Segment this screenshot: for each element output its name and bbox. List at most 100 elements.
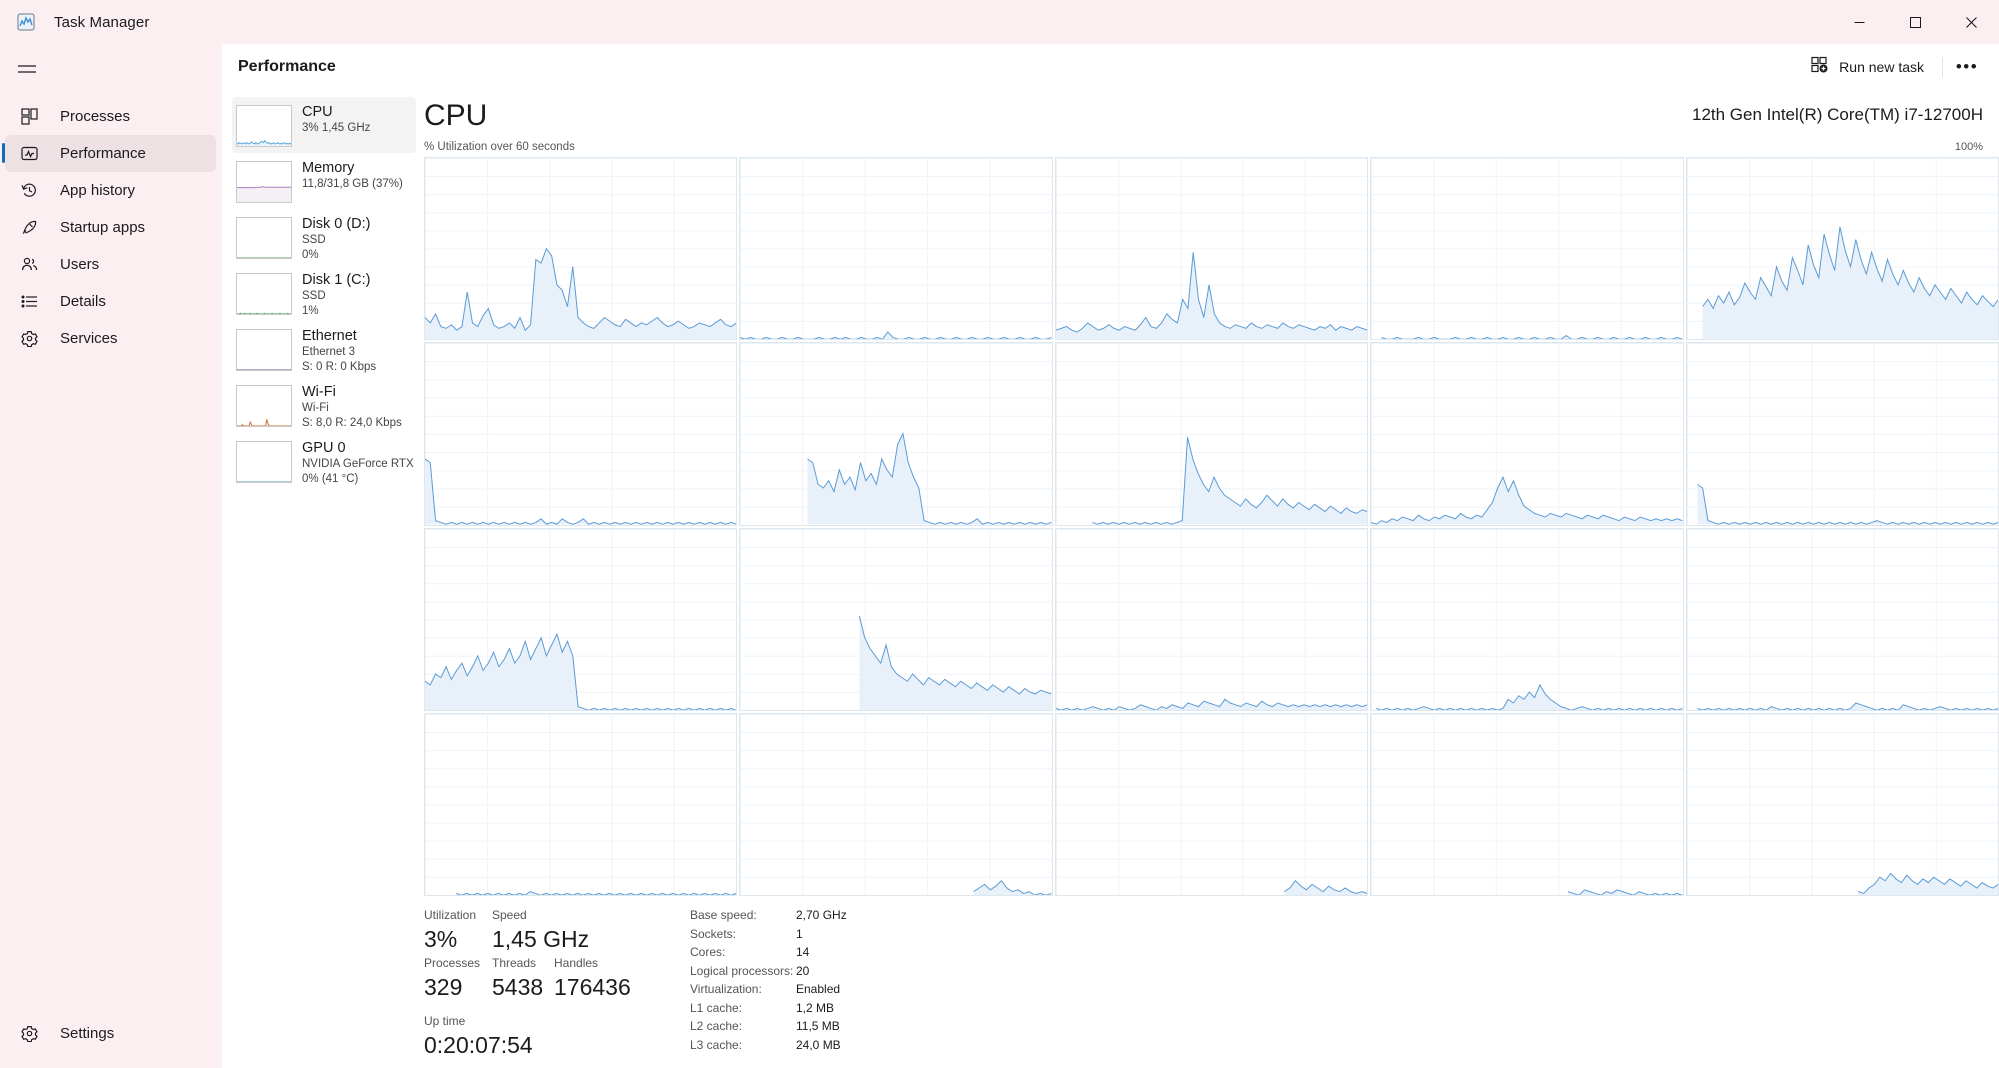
resource-item-cpu[interactable]: CPU 3% 1,45 GHz	[232, 97, 416, 153]
maximize-button[interactable]	[1887, 0, 1943, 44]
stat-value: 176436	[554, 974, 631, 1000]
resource-detail-1: Ethernet 3	[302, 346, 356, 358]
resource-name: Disk 0 (D:)	[302, 216, 371, 232]
close-button[interactable]	[1943, 0, 1999, 44]
resource-text: GPU 0 NVIDIA GeForce RTX … 0% (41 °C)	[302, 439, 416, 487]
spec-value: Enabled	[796, 982, 841, 996]
resource-name: Disk 1 (C:)	[302, 272, 371, 288]
spec-row: L3 cache: 24,0 MB	[690, 1036, 1999, 1055]
sidebar-item-settings[interactable]: Settings	[5, 1015, 216, 1052]
sidebar-nav: Processes Performance App history Startu…	[0, 98, 222, 357]
cpu-specs-list: Base speed: 2,70 GHz Sockets: 1 Cores: 14 Logi…	[680, 906, 1999, 1068]
resource-thumbnail	[236, 217, 292, 259]
logical-processor-chart[interactable]	[1685, 527, 1999, 711]
resource-item-wifi[interactable]: Wi-Fi Wi-Fi S: 8,0 R: 24,0 Kbps	[232, 377, 416, 433]
logical-processor-chart[interactable]	[424, 157, 738, 341]
more-options-button[interactable]: •••	[1949, 51, 1985, 83]
resource-thumbnail	[236, 441, 292, 483]
sidebar-item-label: Processes	[60, 108, 131, 125]
page-title: Performance	[238, 57, 336, 75]
logical-processor-chart[interactable]	[1685, 342, 1999, 526]
hamburger-icon[interactable]	[0, 48, 222, 92]
resource-detail-1: NVIDIA GeForce RTX …	[302, 458, 416, 470]
list-icon	[19, 293, 39, 310]
resource-item-memory[interactable]: Memory 11,8/31,8 GB (37%)	[232, 153, 416, 209]
logical-processor-chart[interactable]	[1370, 712, 1684, 896]
run-new-task-button[interactable]: Run new task	[1799, 51, 1936, 83]
resource-item-disk-0[interactable]: Disk 0 (D:) SSD 0%	[232, 209, 416, 265]
header-divider	[1942, 56, 1943, 77]
stats-row-2: Processes 329 Threads 5438 Handles 17643…	[424, 954, 680, 1002]
resource-text: Wi-Fi Wi-Fi S: 8,0 R: 24,0 Kbps	[302, 383, 402, 431]
sidebar-item-details[interactable]: Details	[5, 283, 216, 320]
logical-processor-chart[interactable]	[1054, 157, 1369, 341]
sidebar-item-services[interactable]: Services	[5, 320, 216, 357]
stats-row-1: Utilization 3% Speed 1,45 GHz	[424, 906, 680, 954]
cpu-model-label: 12th Gen Intel(R) Core(TM) i7-12700H	[1691, 105, 1983, 124]
logical-processor-grid[interactable]	[424, 157, 1999, 896]
resource-thumbnail	[236, 385, 292, 427]
logical-processor-chart[interactable]	[739, 527, 1053, 711]
resource-text: CPU 3% 1,45 GHz	[302, 103, 370, 136]
window-controls	[1831, 0, 1999, 44]
logical-processor-chart[interactable]	[739, 342, 1053, 526]
logical-processor-chart[interactable]	[424, 527, 738, 711]
resource-item-disk-1[interactable]: Disk 1 (C:) SSD 1%	[232, 265, 416, 321]
stat-value: 3%	[424, 926, 458, 952]
gear-icon	[19, 330, 39, 347]
stat-speed: Speed 1,45 GHz	[492, 906, 614, 954]
logical-processor-chart[interactable]	[1054, 527, 1369, 711]
resource-thumbnail	[236, 273, 292, 315]
spec-row: Base speed: 2,70 GHz	[690, 906, 1999, 925]
logical-processor-chart[interactable]	[424, 712, 738, 896]
sidebar-item-app-history[interactable]: App history	[5, 172, 216, 209]
resource-detail-1: Wi-Fi	[302, 402, 329, 414]
sidebar-item-label: Services	[60, 330, 118, 347]
stat-handles: Handles 176436	[554, 954, 631, 1002]
logical-processor-chart[interactable]	[424, 342, 738, 526]
spec-value: 2,70 GHz	[796, 908, 847, 922]
resource-item-gpu-0[interactable]: GPU 0 NVIDIA GeForce RTX … 0% (41 °C)	[232, 433, 416, 489]
resource-detail-2: 0%	[302, 249, 319, 261]
logical-processor-chart[interactable]	[1685, 712, 1999, 896]
logical-processor-chart[interactable]	[1370, 157, 1684, 341]
logical-processor-chart[interactable]	[1370, 342, 1684, 526]
spec-key: L1 cache:	[690, 1000, 743, 1015]
resource-detail-1: SSD	[302, 234, 326, 246]
resource-detail-2: 0% (41 °C)	[302, 473, 359, 485]
graph-header: CPU 12th Gen Intel(R) Core(TM) i7-12700H	[416, 97, 1999, 135]
minimize-button[interactable]	[1831, 0, 1887, 44]
stat-label: Utilization	[424, 908, 477, 922]
logical-processor-chart[interactable]	[1685, 157, 1999, 341]
performance-icon	[19, 145, 39, 162]
content-area: CPU 3% 1,45 GHz Memory 11,8/31,8 GB (37%…	[222, 89, 1999, 1068]
spec-key: Logical processors:	[690, 963, 794, 978]
resource-name: Ethernet	[302, 328, 357, 344]
logical-processor-chart[interactable]	[1370, 527, 1684, 711]
logical-processor-chart[interactable]	[739, 157, 1053, 341]
spec-key: L3 cache:	[690, 1037, 743, 1052]
sidebar: Processes Performance App history Startu…	[0, 44, 222, 1068]
sidebar-item-performance[interactable]: Performance	[2, 135, 216, 172]
resource-item-ethernet[interactable]: Ethernet Ethernet 3 S: 0 R: 0 Kbps	[232, 321, 416, 377]
rocket-icon	[19, 219, 39, 236]
logical-processor-chart[interactable]	[739, 712, 1053, 896]
resource-list: CPU 3% 1,45 GHz Memory 11,8/31,8 GB (37%…	[222, 89, 416, 1068]
sidebar-item-users[interactable]: Users	[5, 246, 216, 283]
spec-row: L2 cache: 11,5 MB	[690, 1017, 1999, 1036]
sidebar-item-startup-apps[interactable]: Startup apps	[5, 209, 216, 246]
spec-value: 1	[796, 926, 803, 941]
run-new-task-label: Run new task	[1839, 58, 1924, 75]
logical-processor-chart[interactable]	[1054, 342, 1369, 526]
sidebar-item-processes[interactable]: Processes	[5, 98, 216, 135]
stat-label: Speed	[492, 908, 527, 922]
chart-icon	[16, 12, 36, 32]
spec-value: 1,2 MB	[796, 1000, 835, 1015]
spec-key: Base speed:	[690, 908, 757, 922]
users-icon	[19, 256, 39, 273]
graph-axis-row: % Utilization over 60 seconds 100%	[416, 135, 1999, 157]
logical-processor-chart[interactable]	[1054, 712, 1369, 896]
stat-value: 329	[424, 974, 463, 1000]
resource-detail-2: 1%	[302, 305, 319, 317]
stat-uptime: Up time 0:20:07:54	[424, 1012, 680, 1060]
